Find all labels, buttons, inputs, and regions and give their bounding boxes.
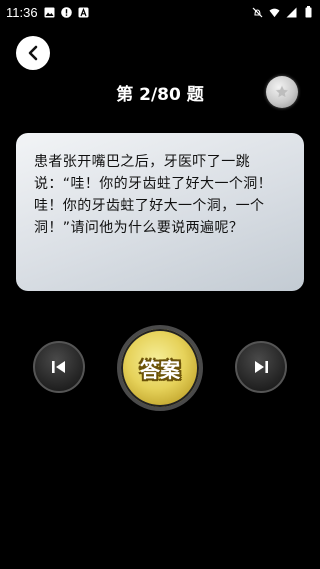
skip-previous-icon [50, 359, 68, 375]
next-button[interactable] [235, 341, 287, 393]
favorite-button[interactable] [266, 76, 298, 108]
back-button[interactable] [16, 36, 50, 70]
battery-icon [303, 6, 314, 18]
answer-label: 答案 [140, 357, 180, 382]
image-icon [44, 7, 55, 18]
question-text: 患者张开嘴巴之后，牙医吓了一跳说：“哇！你的牙齿蛀了好大一个洞！哇！你的牙齿蛀了… [34, 154, 273, 236]
alert-icon [60, 6, 72, 18]
answer-button[interactable]: 答案 [117, 325, 203, 411]
mute-icon [252, 7, 263, 18]
previous-button[interactable] [33, 341, 85, 393]
status-time: 11:36 [6, 4, 38, 20]
signal-icon [286, 7, 297, 18]
star-icon [274, 84, 290, 100]
status-bar: 11:36 [0, 0, 320, 24]
wifi-icon [269, 7, 280, 18]
a-icon [78, 7, 89, 18]
question-card: 患者张开嘴巴之后，牙医吓了一跳说：“哇！你的牙齿蛀了好大一个洞！哇！你的牙齿蛀了… [16, 133, 304, 291]
chevron-left-icon [26, 45, 40, 61]
skip-next-icon [252, 359, 270, 375]
